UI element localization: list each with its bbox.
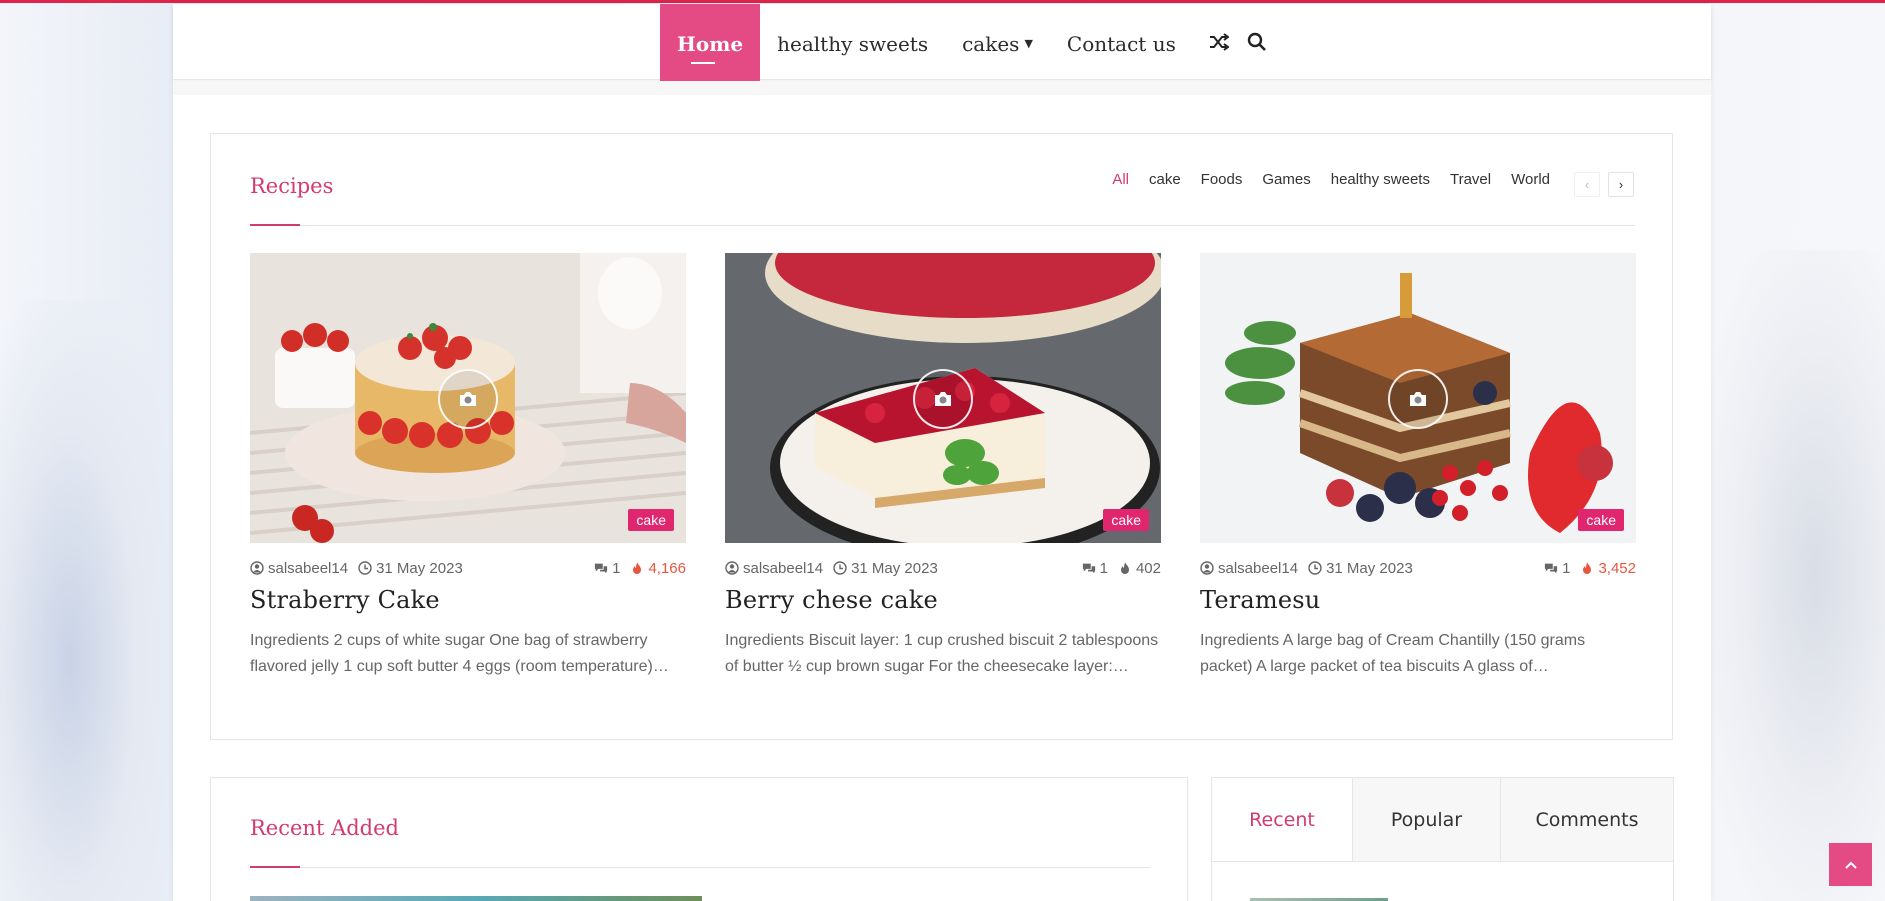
- view-count: 402: [1135, 559, 1161, 577]
- tab-comments[interactable]: Comments: [1500, 778, 1673, 861]
- chevron-right-icon: ›: [1618, 177, 1624, 192]
- post-thumbnail[interactable]: cake: [250, 253, 686, 543]
- view-count: 3,452: [1598, 559, 1636, 577]
- post-excerpt: Ingredients Biscuit layer: 1 cup crushed…: [725, 632, 1159, 675]
- pagination-arrows: ‹ ›: [1566, 172, 1634, 197]
- nav-healthy-sweets[interactable]: healthy sweets: [760, 4, 945, 84]
- category-filters: All cake Foods Games healthy sweets Trav…: [1092, 171, 1550, 188]
- filter-foods[interactable]: Foods: [1201, 171, 1243, 188]
- filter-healthy-sweets[interactable]: healthy sweets: [1331, 171, 1430, 188]
- fire-icon: [633, 562, 642, 574]
- category-badge[interactable]: cake: [628, 509, 674, 531]
- nav-contact-label: Contact us: [1066, 32, 1176, 56]
- recent-added-block: Recent Added: [210, 777, 1188, 901]
- nav-cakes-label: cakes: [962, 32, 1020, 56]
- menu: Home healthy sweets cakes ▼ Contact us: [660, 4, 1269, 86]
- category-badge[interactable]: cake: [1578, 509, 1624, 531]
- next-arrow-button[interactable]: ›: [1608, 172, 1634, 197]
- recipes-block: Recipes All cake Foods Games healthy swe…: [210, 133, 1673, 740]
- section-rule: [250, 225, 1635, 226]
- post-author[interactable]: salsabeel14: [268, 560, 348, 577]
- background-blur-left: [0, 300, 175, 901]
- fire-icon: [1120, 562, 1129, 574]
- section-rule: [250, 867, 1150, 868]
- comments-icon: [594, 563, 608, 574]
- active-indicator: [691, 62, 715, 64]
- comment-count[interactable]: 1: [1562, 560, 1570, 577]
- caret-down-icon: ▼: [1024, 37, 1033, 50]
- filter-travel[interactable]: Travel: [1450, 171, 1491, 188]
- post-meta: salsabeel14 31 May 2023 1 4,166: [250, 558, 686, 578]
- filter-games[interactable]: Games: [1262, 171, 1310, 188]
- tab-recent[interactable]: Recent: [1212, 778, 1352, 861]
- nav-home[interactable]: Home: [660, 4, 761, 84]
- chevron-left-icon: ‹: [1584, 177, 1590, 192]
- recent-post-thumbnail[interactable]: [250, 896, 702, 901]
- filter-world[interactable]: World: [1511, 171, 1550, 188]
- back-to-top-button[interactable]: [1829, 843, 1872, 886]
- recent-added-title: Recent Added: [250, 816, 399, 840]
- user-icon: [1200, 561, 1214, 575]
- nav-shadow-strip: [173, 81, 1711, 95]
- post-card: cake salsabeel14 31 May 2023 1 4,166 Str…: [250, 253, 686, 680]
- search-icon[interactable]: [1245, 30, 1269, 54]
- main-navigation: Home healthy sweets cakes ▼ Contact us: [173, 4, 1711, 84]
- post-title[interactable]: Straberry Cake: [250, 586, 686, 614]
- post-title[interactable]: Teramesu: [1200, 586, 1636, 614]
- category-badge[interactable]: cake: [1103, 509, 1149, 531]
- comment-count[interactable]: 1: [1100, 560, 1108, 577]
- section-underline: [250, 866, 300, 868]
- post-card: cake salsabeel14 31 May 2023 1 402 Berry…: [725, 253, 1161, 680]
- post-excerpt: Ingredients 2 cups of white sugar One ba…: [250, 632, 669, 675]
- post-card: cake salsabeel14 31 May 2023 1 3,452 Ter…: [1200, 253, 1636, 680]
- camera-icon: [1388, 369, 1448, 429]
- clock-icon: [358, 561, 372, 575]
- sidebar-tabs-widget: Recent Popular Comments: [1211, 777, 1674, 901]
- post-date: 31 May 2023: [851, 559, 938, 577]
- filter-all[interactable]: All: [1112, 171, 1129, 188]
- background-blur-right: [1710, 250, 1885, 901]
- post-thumbnail[interactable]: cake: [725, 253, 1161, 543]
- chevron-up-icon: [1844, 861, 1857, 869]
- top-accent-line: [0, 0, 1885, 3]
- post-date: 31 May 2023: [376, 559, 463, 577]
- post-meta: salsabeel14 31 May 2023 1 402: [725, 558, 1161, 578]
- camera-icon: [913, 369, 973, 429]
- comments-icon: [1544, 563, 1558, 574]
- recipes-title: Recipes: [250, 174, 334, 198]
- nav-contact-us[interactable]: Contact us: [1050, 4, 1193, 84]
- shuffle-icon[interactable]: [1207, 30, 1231, 54]
- nav-home-label: Home: [677, 32, 744, 56]
- fire-icon: [1583, 562, 1592, 574]
- post-author[interactable]: salsabeel14: [1218, 560, 1298, 577]
- post-thumbnail[interactable]: cake: [1200, 253, 1636, 543]
- nav-cakes[interactable]: cakes ▼: [945, 4, 1050, 84]
- user-icon: [250, 561, 264, 575]
- comments-icon: [1082, 563, 1095, 574]
- post-meta: salsabeel14 31 May 2023 1 3,452: [1200, 558, 1636, 578]
- camera-icon: [438, 369, 498, 429]
- nav-healthy-sweets-label: healthy sweets: [777, 32, 929, 56]
- filter-cake[interactable]: cake: [1149, 171, 1181, 188]
- comment-count[interactable]: 1: [612, 560, 620, 577]
- post-date: 31 May 2023: [1326, 559, 1413, 577]
- post-excerpt: Ingredients A large bag of Cream Chantil…: [1200, 632, 1586, 675]
- page-container: Home healthy sweets cakes ▼ Contact us Re…: [173, 4, 1711, 901]
- section-underline: [250, 224, 300, 226]
- user-icon: [725, 561, 739, 575]
- tab-popular[interactable]: Popular: [1352, 778, 1500, 861]
- post-title[interactable]: Berry chese cake: [725, 586, 1161, 614]
- clock-icon: [1308, 561, 1322, 575]
- clock-icon: [833, 561, 847, 575]
- prev-arrow-button[interactable]: ‹: [1574, 172, 1600, 197]
- post-author[interactable]: salsabeel14: [743, 560, 823, 577]
- tab-list: Recent Popular Comments: [1212, 778, 1673, 862]
- view-count: 4,166: [648, 559, 686, 577]
